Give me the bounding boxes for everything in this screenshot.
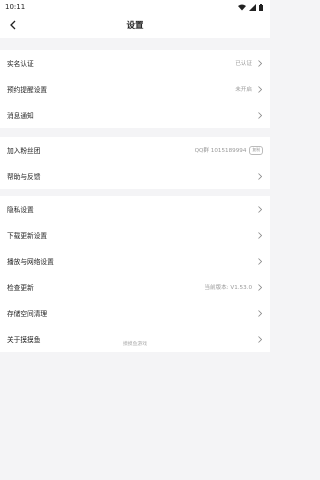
row-label: 存储空间清理 xyxy=(7,310,48,318)
row-value: QQ群 1015189994 复制 xyxy=(194,145,263,155)
chevron-right-icon xyxy=(257,59,263,67)
settings-group-app: 隐私设置 下载更新设置 播放与网络设置 检查更新 当前版本: V1.53.0 存… xyxy=(0,196,270,352)
status-bar: 10:11 xyxy=(0,0,270,14)
row-check-update[interactable]: 检查更新 当前版本: V1.53.0 xyxy=(0,274,270,300)
settings-group-account: 实名认证 已认证 预约提醒设置 未开启 消息通知 xyxy=(0,50,270,128)
row-label: 帮助与反馈 xyxy=(7,173,41,181)
row-label: 播放与网络设置 xyxy=(7,258,54,266)
row-value: 未开启 xyxy=(235,87,252,93)
signal-icon xyxy=(249,3,256,11)
row-storage-cleanup[interactable]: 存储空间清理 xyxy=(0,300,270,326)
row-label: 实名认证 xyxy=(7,60,34,68)
row-value: 已认证 xyxy=(235,61,252,67)
chevron-right-icon xyxy=(257,257,263,265)
status-time: 10:11 xyxy=(5,3,26,11)
chevron-right-icon xyxy=(257,231,263,239)
row-label: 预约提醒设置 xyxy=(7,86,48,94)
copy-button[interactable]: 复制 xyxy=(249,145,263,155)
wifi-icon xyxy=(238,4,246,10)
row-label: 下载更新设置 xyxy=(7,232,48,240)
row-help-feedback[interactable]: 帮助与反馈 xyxy=(0,163,270,189)
qq-group-number: QQ群 1015189994 xyxy=(194,147,247,154)
row-label: 加入粉丝团 xyxy=(7,147,41,155)
settings-group-community: 加入粉丝团 QQ群 1015189994 复制 帮助与反馈 xyxy=(0,137,270,189)
row-join-fan-club[interactable]: 加入粉丝团 QQ群 1015189994 复制 xyxy=(0,137,270,163)
row-label: 检查更新 xyxy=(7,284,34,292)
row-real-name-verification[interactable]: 实名认证 已认证 xyxy=(0,50,270,76)
status-icons xyxy=(238,3,263,11)
row-playback-network-settings[interactable]: 播放与网络设置 xyxy=(0,248,270,274)
current-version: 当前版本: V1.53.0 xyxy=(204,285,252,291)
chevron-right-icon xyxy=(257,111,263,119)
row-notifications[interactable]: 消息通知 xyxy=(0,102,270,128)
chevron-right-icon xyxy=(257,205,263,213)
page-title: 设置 xyxy=(126,21,144,31)
row-download-update-settings[interactable]: 下载更新设置 xyxy=(0,222,270,248)
row-label: 隐私设置 xyxy=(7,206,34,214)
chevron-right-icon xyxy=(257,283,263,291)
footer-text: 摸摸鱼游戏 xyxy=(123,342,147,347)
chevron-right-icon xyxy=(257,85,263,93)
row-about[interactable]: 关于摸摸鱼 xyxy=(0,326,270,352)
battery-icon xyxy=(259,3,263,11)
chevron-right-icon xyxy=(257,309,263,317)
row-privacy-settings[interactable]: 隐私设置 xyxy=(0,196,270,222)
app-header: 设置 xyxy=(0,14,270,38)
row-label: 消息通知 xyxy=(7,112,34,120)
row-reservation-reminder[interactable]: 预约提醒设置 未开启 xyxy=(0,76,270,102)
chevron-right-icon xyxy=(257,172,263,180)
